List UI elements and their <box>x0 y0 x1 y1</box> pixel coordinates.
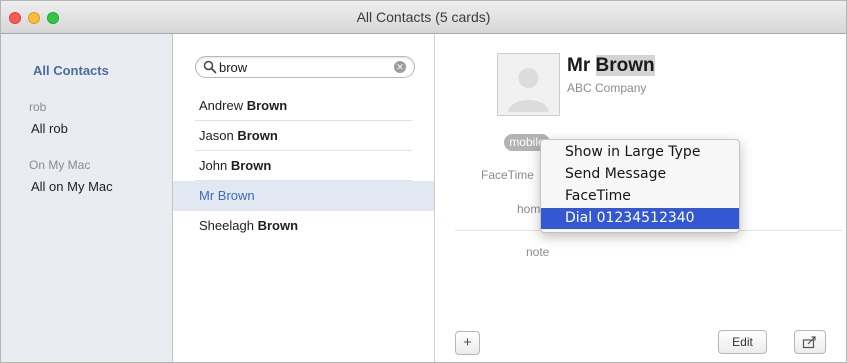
contact-list-row[interactable]: Jason Brown <box>173 121 434 151</box>
contact-photo-placeholder[interactable] <box>497 53 560 116</box>
context-menu-item[interactable]: Show in Large Type <box>541 142 739 163</box>
group-all-contacts[interactable]: All Contacts <box>33 63 109 78</box>
contact-last-name: Brown <box>217 188 255 203</box>
clear-search-icon[interactable]: ✕ <box>394 61 406 73</box>
contact-first-name: Sheelagh <box>199 218 258 233</box>
context-menu-item[interactable]: Dial 01234512340 <box>541 208 739 229</box>
contact-last-name: Brown <box>237 128 278 143</box>
context-menu-item[interactable]: Send Message <box>541 164 739 185</box>
group-item-all-on-my-mac[interactable]: All on My Mac <box>31 179 113 194</box>
contact-first-name: John <box>199 158 231 173</box>
contact-last-name: Brown <box>257 218 299 233</box>
person-silhouette-icon <box>498 54 559 115</box>
contact-first-name: Mr <box>199 188 218 203</box>
share-icon <box>802 336 816 349</box>
contact-list-name: Andrew Brown <box>199 98 287 113</box>
contact-first-name: Andrew <box>199 98 247 113</box>
add-button[interactable]: + <box>455 331 480 355</box>
contact-company: ABC Company <box>567 81 647 95</box>
search-icon <box>203 60 217 74</box>
contact-first-name: Jason <box>199 128 238 143</box>
edit-button[interactable]: Edit <box>718 330 767 354</box>
contact-list-name: Jason Brown <box>199 128 278 143</box>
contacts-window: All Contacts (5 cards) All Contacts rob … <box>0 0 847 363</box>
contact-list-row[interactable]: Mr Brown <box>173 181 434 211</box>
contact-list-name: Mr Brown <box>199 188 255 203</box>
title-bar[interactable]: All Contacts (5 cards) <box>1 1 846 34</box>
context-menu-item[interactable]: FaceTime <box>541 186 739 207</box>
contact-name: Mr Brown <box>567 55 655 77</box>
share-button[interactable] <box>794 330 826 354</box>
contact-list-name: John Brown <box>199 158 271 173</box>
search-input[interactable] <box>219 59 379 75</box>
note-label: note <box>526 245 550 259</box>
contact-list-name: Sheelagh Brown <box>199 218 298 233</box>
facetime-label: FaceTime <box>481 168 534 182</box>
contact-list: ✕ Andrew BrownJason BrownJohn BrownMr Br… <box>173 34 435 362</box>
window-title: All Contacts (5 cards) <box>356 9 491 25</box>
phone-context-menu: Show in Large Type Send Message FaceTime Di… <box>540 139 740 233</box>
contact-list-row[interactable]: Andrew Brown <box>173 91 434 121</box>
search-field[interactable]: ✕ <box>195 56 415 78</box>
contact-last-name: Brown <box>246 98 288 113</box>
group-section-header: rob <box>29 100 47 114</box>
contact-name-prefix: Mr <box>567 55 591 76</box>
group-item-all-rob[interactable]: All rob <box>31 121 68 136</box>
contact-list-row[interactable]: Sheelagh Brown <box>173 211 434 241</box>
contact-name-last: Brown <box>595 55 655 76</box>
groups-sidebar: All Contacts rob All rob On My Mac All o… <box>1 34 173 362</box>
contact-list-row[interactable]: John Brown <box>173 151 434 181</box>
contact-last-name: Brown <box>230 158 272 173</box>
group-section-header: On My Mac <box>29 158 91 172</box>
